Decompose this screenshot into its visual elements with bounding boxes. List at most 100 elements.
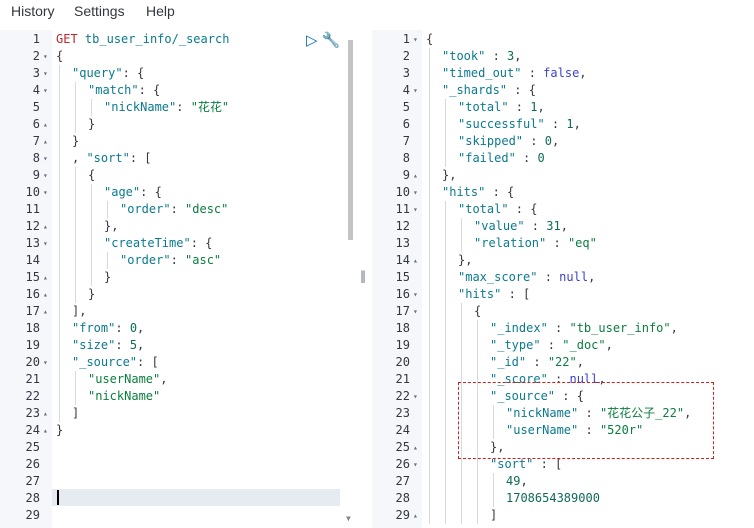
request-editor[interactable]: ▷ 🔧 ▼ 1 GET tb_user_info/_search 2 ▾{3 ▾ "quer… [0,30,358,528]
indent-guide [75,286,76,303]
indent-guide [429,201,430,218]
fold-collapse-icon[interactable]: ▾ [43,354,48,371]
token-punc: : [ [533,457,563,471]
token-punc: : [115,338,130,352]
indent-guide [59,184,60,201]
indent-guide [91,235,92,252]
line-number: 17 [25,304,40,318]
token-num: 1708654389000 [506,491,600,505]
token-punc: : [ [129,151,152,165]
token-key: "total" [458,100,509,114]
code-line: "_id" : "22", [490,354,584,371]
indent-guide [75,252,76,269]
token-str: "22" [547,355,577,369]
indent-guide [75,388,76,405]
play-icon[interactable]: ▷ [306,31,318,49]
fold-expand-icon[interactable]: ▴ [43,405,48,422]
fold-collapse-icon[interactable]: ▾ [413,201,418,218]
menu-settings[interactable]: Settings [74,3,125,19]
indent-guide [445,286,446,303]
request-scrollbar[interactable] [348,40,353,240]
fold-collapse-icon[interactable]: ▾ [413,456,418,473]
fold-expand-icon[interactable]: ▴ [43,218,48,235]
indent-guide [429,235,430,252]
scroll-down-arrow-icon[interactable]: ▼ [346,514,351,523]
token-punc: : [526,355,548,369]
indent-guide [445,456,446,473]
indent-guide [59,201,60,218]
token-punc: : { [507,83,536,97]
token-punc: : [176,100,191,114]
indent-guide [445,507,446,524]
indent-guide [429,473,430,490]
line-number: 7 [402,134,410,148]
indent-guide [429,65,430,82]
token-num: 5 [129,338,138,352]
menu-bar: History Settings Help [0,0,754,24]
token-punc: { [88,168,96,182]
code-line: 1708654389000 [506,490,600,507]
token-key: "age" [104,185,141,199]
indent-guide [461,388,462,405]
fold-collapse-icon[interactable]: ▾ [413,184,418,201]
fold-collapse-icon[interactable]: ▾ [43,235,48,252]
indent-guide [429,252,430,269]
fold-expand-icon[interactable]: ▴ [413,507,418,524]
fold-collapse-icon[interactable]: ▾ [43,48,48,65]
fold-expand-icon[interactable]: ▴ [43,116,48,133]
fold-expand-icon[interactable]: ▴ [43,269,48,286]
line-number: 10 [395,185,410,199]
token-punc: : [ [501,287,531,301]
fold-collapse-icon[interactable]: ▾ [43,167,48,184]
token-null: null [569,372,599,386]
fold-collapse-icon[interactable]: ▾ [43,150,48,167]
fold-expand-icon[interactable]: ▴ [413,252,418,269]
line-number: 12 [395,219,410,233]
wrench-icon[interactable]: 🔧 [322,31,341,49]
menu-history[interactable]: History [11,3,55,19]
fold-collapse-icon[interactable]: ▾ [43,184,48,201]
fold-expand-icon[interactable]: ▴ [43,303,48,320]
token-num: 31 [546,219,561,233]
indent-guide [59,235,60,252]
token-punc: : [524,219,547,233]
fold-collapse-icon[interactable]: ▾ [43,82,48,99]
line-number: 9 [32,168,40,182]
line-number: 23 [395,406,410,420]
fold-collapse-icon[interactable]: ▾ [413,82,418,99]
code-line: "_shards" : { [442,82,536,99]
fold-collapse-icon[interactable]: ▾ [413,388,418,405]
fold-collapse-icon[interactable]: ▾ [413,303,418,320]
pane-resizer-handle[interactable]: || [360,269,366,283]
token-punc: : [521,66,544,80]
line-number: 20 [25,355,40,369]
indent-guide [59,133,60,150]
token-punc: : { [140,185,162,199]
fold-collapse-icon[interactable]: ▾ [413,286,418,303]
code-line: { [56,48,63,65]
line-number: 4 [32,83,40,97]
fold-expand-icon[interactable]: ▴ [413,167,418,184]
code-line: "value" : 31, [474,218,568,235]
menu-help[interactable]: Help [146,3,175,19]
fold-expand-icon[interactable]: ▴ [43,422,48,439]
token-punc: : { [508,202,538,216]
fold-expand-icon[interactable]: ▴ [43,286,48,303]
indent-guide [429,82,430,99]
fold-expand-icon[interactable]: ▴ [413,439,418,456]
token-punc: : [547,372,570,386]
token-punc: , [537,100,545,114]
code-line: "size": 5, [72,337,144,354]
token-punc: : [ [137,355,159,369]
fold-expand-icon[interactable]: ▴ [43,133,48,150]
token-key: "_source" [490,389,556,403]
indent-guide [493,405,494,422]
indent-guide [461,218,462,235]
line-number: 16 [395,287,410,301]
indent-guide [445,303,446,320]
indent-guide [59,218,60,235]
fold-collapse-icon[interactable]: ▾ [413,31,418,48]
fold-collapse-icon[interactable]: ▾ [43,65,48,82]
line-number: 6 [402,117,410,131]
code-line: "max_score" : null, [458,269,595,286]
